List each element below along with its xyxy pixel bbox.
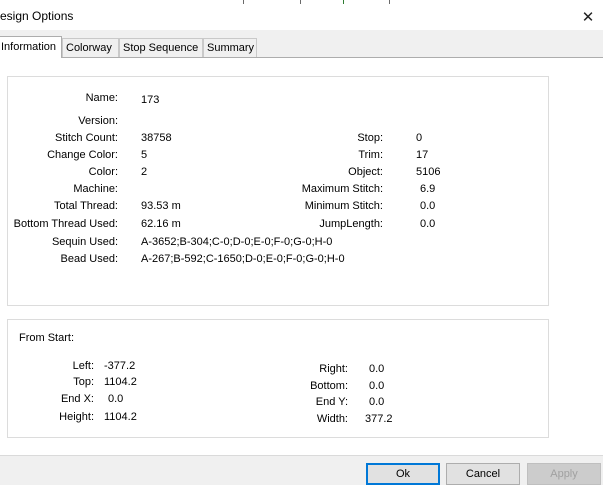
design-info-group: Name: 173 Version: Stitch Count: 38758 C… — [7, 76, 549, 306]
dialog-title: esign Options — [0, 9, 74, 23]
sequin-used-label: Sequin Used: — [51, 236, 118, 248]
stop-label: Stop: — [357, 132, 383, 144]
end-x-value: 0.0 — [108, 393, 124, 405]
bottom-thread-value: 62.16 m — [141, 218, 181, 230]
close-icon: ✕ — [581, 9, 595, 26]
end-y-label: End Y: — [315, 396, 348, 408]
jump-length-value: 0.0 — [420, 218, 436, 230]
bottom-value: 0.0 — [369, 380, 385, 392]
top-value: 1104.2 — [104, 376, 137, 388]
stop-value: 0 — [416, 132, 423, 144]
jump-length-label: JumpLength: — [319, 218, 383, 230]
name-label: Name: — [85, 92, 118, 104]
information-panel: Name: 173 Version: Stitch Count: 38758 C… — [0, 57, 603, 456]
ok-button[interactable]: Ok — [366, 463, 440, 485]
name-value: 173 — [141, 94, 160, 106]
trim-label: Trim: — [358, 149, 383, 161]
change-color-label: Change Color: — [47, 149, 118, 161]
title-bar: esign Options ✕ — [0, 4, 603, 30]
height-label: Height: — [59, 411, 94, 423]
width-label: Width: — [316, 413, 348, 425]
object-value: 5106 — [416, 166, 441, 178]
from-start-group: From Start: Left: -377.2 Top: 1104.2 End… — [7, 319, 549, 438]
top-label: Top: — [73, 376, 94, 388]
version-label: Version: — [78, 115, 118, 127]
right-label: Right: — [319, 363, 348, 375]
total-thread-value: 93.53 m — [141, 200, 181, 212]
width-value: 377.2 — [365, 413, 393, 425]
total-thread-label: Total Thread: — [53, 200, 118, 212]
left-value: -377.2 — [104, 360, 136, 372]
object-label: Object: — [348, 166, 383, 178]
left-label: Left: — [72, 360, 94, 372]
close-button[interactable]: ✕ — [573, 4, 603, 30]
tab-summary[interactable]: Summary — [203, 38, 257, 57]
maximum-stitch-label: Maximum Stitch: — [301, 183, 383, 195]
minimum-stitch-label: Minimum Stitch: — [304, 200, 383, 212]
tab-colorway[interactable]: Colorway — [62, 38, 119, 57]
machine-label: Machine: — [73, 183, 118, 195]
trim-value: 17 — [416, 149, 429, 161]
stitch-count-value: 38758 — [141, 132, 172, 144]
tab-stop-sequence[interactable]: Stop Sequence — [119, 38, 203, 57]
bead-used-value: A-267;B-592;C-1650;D-0;E-0;F-0;G-0;H-0 — [141, 253, 345, 265]
height-value: 1104.2 — [104, 411, 137, 423]
end-x-label: End X: — [60, 393, 94, 405]
color-value: 2 — [141, 166, 148, 178]
change-color-value: 5 — [141, 149, 148, 161]
color-label: Color: — [88, 166, 118, 178]
from-start-heading: From Start: — [19, 332, 75, 344]
tab-information[interactable]: Information — [0, 36, 62, 58]
stitch-count-label: Stitch Count: — [55, 132, 118, 144]
bottom-thread-label: Bottom Thread Used: — [13, 218, 118, 230]
right-value: 0.0 — [369, 363, 385, 375]
minimum-stitch-value: 0.0 — [420, 200, 436, 212]
apply-button[interactable]: Apply — [527, 463, 601, 485]
maximum-stitch-value: 6.9 — [420, 183, 436, 195]
cancel-button[interactable]: Cancel — [446, 463, 520, 485]
bead-used-label: Bead Used: — [60, 253, 118, 265]
bottom-label: Bottom: — [310, 380, 348, 392]
sequin-used-value: A-3652;B-304;C-0;D-0;E-0;F-0;G-0;H-0 — [141, 236, 333, 248]
end-y-value: 0.0 — [369, 396, 385, 408]
